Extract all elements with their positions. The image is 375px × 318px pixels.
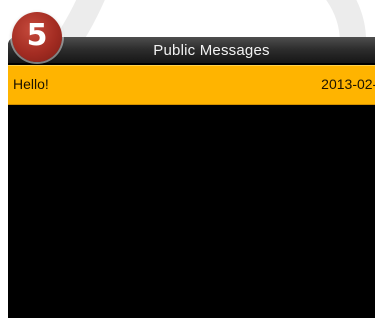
message-subject: Hello! (13, 76, 49, 92)
message-date: 2013-02-2 (321, 76, 375, 92)
message-list-empty-area (8, 107, 375, 318)
step-number-badge: 5 (12, 12, 62, 62)
screen-title: Public Messages (153, 41, 270, 59)
title-bar: Public Messages (8, 37, 375, 63)
message-row-selected[interactable]: Hello! 2013-02-2 (8, 65, 375, 105)
step-number: 5 (26, 18, 48, 53)
device-screen: Public Messages Hello! 2013-02-2 (8, 37, 375, 318)
